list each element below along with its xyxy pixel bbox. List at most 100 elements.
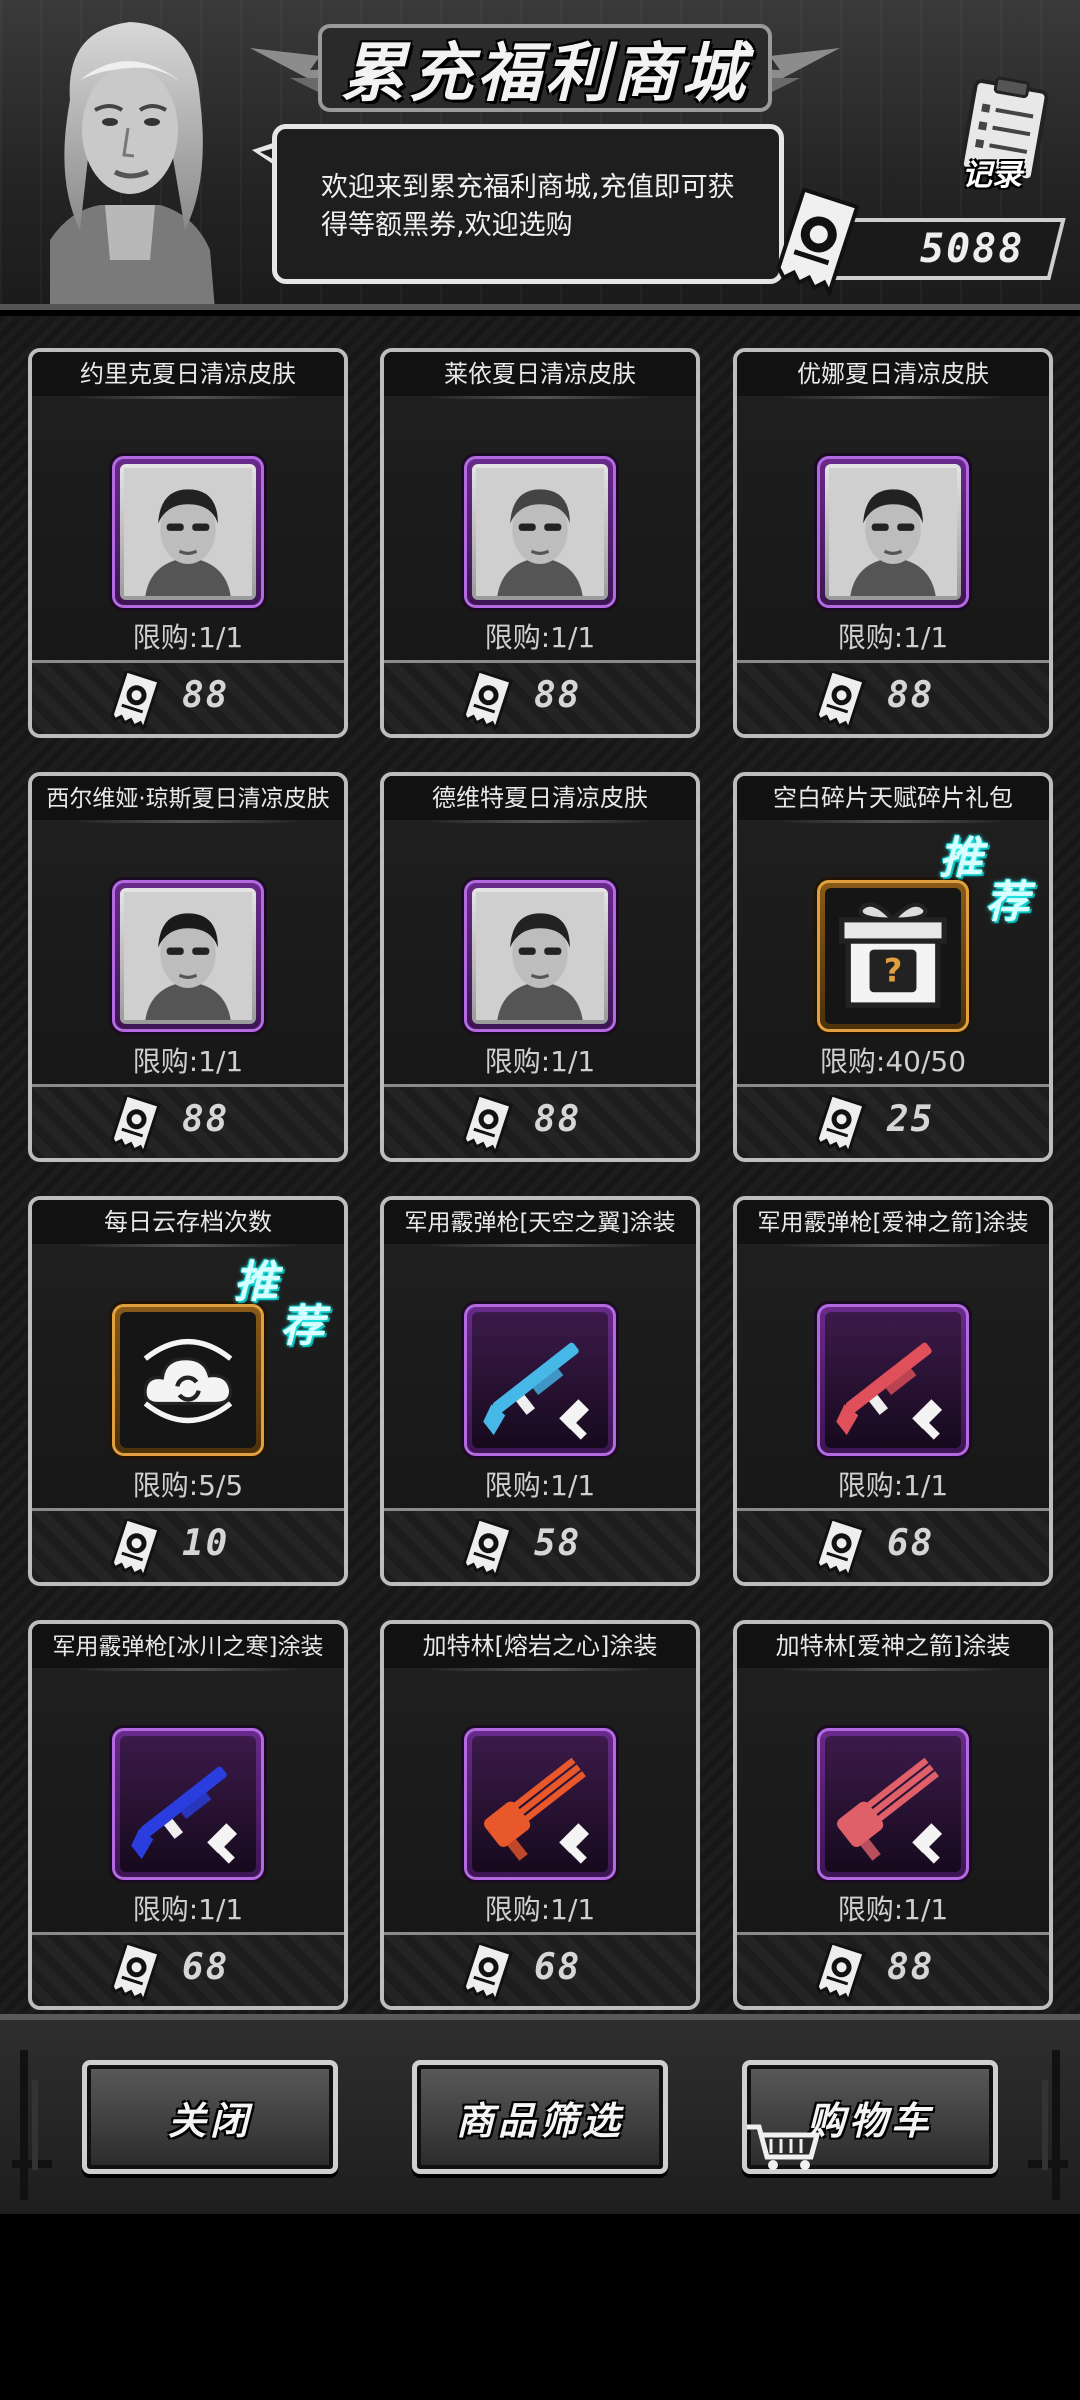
filter-button[interactable]: 商品筛选 xyxy=(412,2060,668,2174)
item-icon-frame[interactable] xyxy=(817,1304,969,1456)
cart-button[interactable]: 购物车 xyxy=(742,2060,998,2174)
item-title: 每日云存档次数 xyxy=(32,1200,344,1244)
welcome-speech-bubble: 欢迎来到累充福利商城,充值即可获得等额黑券,欢迎选购 xyxy=(272,124,784,284)
purchase-limit: 限购:1/1 xyxy=(837,1893,949,1926)
item-icon-frame[interactable] xyxy=(112,456,264,608)
price-bar[interactable]: 25 xyxy=(737,1084,1049,1158)
price-bar[interactable]: 68 xyxy=(32,1932,344,2006)
item-title: 军用霰弹枪[爱神之箭]涂装 xyxy=(737,1200,1049,1244)
purchase-limit: 限购:1/1 xyxy=(484,1893,596,1926)
purchase-limit: 限购:1/1 xyxy=(837,1469,949,1502)
title-divider xyxy=(424,1668,656,1671)
record-label[interactable]: 记录 xyxy=(962,150,1022,194)
left-rail-decoration xyxy=(12,2050,52,2200)
title-divider xyxy=(777,396,1009,399)
title-divider xyxy=(777,1244,1009,1247)
item-icon-frame[interactable] xyxy=(817,456,969,608)
shop-item-card[interactable]: 加特林[熔岩之心]涂装限购:1/1 68 xyxy=(380,1620,700,2010)
item-price: 88 xyxy=(887,1947,935,1988)
shop-item-card[interactable]: 加特林[爱神之箭]涂装限购:1/1 88 xyxy=(733,1620,1053,2010)
item-price: 88 xyxy=(534,675,582,716)
item-price: 88 xyxy=(182,1099,230,1140)
shotgun-skin-icon xyxy=(120,1736,256,1872)
recommended-badge: 推荐 xyxy=(939,822,1043,928)
price-bar[interactable]: 88 xyxy=(384,1084,696,1158)
item-icon-frame[interactable] xyxy=(464,456,616,608)
title-divider xyxy=(72,820,304,823)
character-portrait-icon xyxy=(825,464,961,600)
recommended-badge-char: 荐 xyxy=(280,1301,324,1352)
item-icon-frame[interactable] xyxy=(817,1728,969,1880)
price-bar[interactable]: 88 xyxy=(737,660,1049,734)
black-ticket-icon xyxy=(776,188,860,298)
price-bar[interactable]: 88 xyxy=(737,1932,1049,2006)
price-bar[interactable]: 88 xyxy=(32,1084,344,1158)
recommended-badge: 推荐 xyxy=(234,1246,338,1352)
item-title: 军用霰弹枪[天空之翼]涂装 xyxy=(384,1200,696,1244)
item-title: 优娜夏日清凉皮肤 xyxy=(737,352,1049,396)
shop-item-grid: 约里克夏日清凉皮肤 限购:1/1 88 莱依夏日清凉皮肤 限购:1/1 88 优娜夏日清凉皮… xyxy=(0,316,1080,2014)
shop-item-card[interactable]: 军用霰弹枪[天空之翼]涂装限购:1/1 58 xyxy=(380,1196,700,1586)
item-icon-frame[interactable] xyxy=(464,1304,616,1456)
price-bar[interactable]: 10 xyxy=(32,1508,344,1582)
right-rail-decoration xyxy=(1028,2050,1068,2200)
shop-item-card[interactable]: 约里克夏日清凉皮肤限购:1/1 88 xyxy=(28,348,348,738)
price-bar[interactable]: 58 xyxy=(384,1508,696,1582)
shop-title: 累充福利商城 xyxy=(341,37,749,111)
item-price: 88 xyxy=(182,675,230,716)
item-price: 68 xyxy=(534,1947,582,1988)
shop-item-card[interactable]: 空白碎片天赋碎片礼包? 推荐限购:40/50 25 xyxy=(733,772,1053,1162)
title-divider xyxy=(72,396,304,399)
title-divider xyxy=(424,1244,656,1247)
black-ticket-icon xyxy=(462,1943,513,2001)
title-divider xyxy=(424,820,656,823)
price-bar[interactable]: 68 xyxy=(384,1932,696,2006)
item-price: 68 xyxy=(887,1523,935,1564)
item-title: 加特林[熔岩之心]涂装 xyxy=(384,1624,696,1668)
price-bar[interactable]: 68 xyxy=(737,1508,1049,1582)
item-icon-frame[interactable] xyxy=(112,880,264,1032)
purchase-limit: 限购:1/1 xyxy=(132,1045,244,1078)
close-button[interactable]: 关闭 xyxy=(82,2060,338,2174)
character-portrait-icon xyxy=(120,888,256,1024)
item-title: 约里克夏日清凉皮肤 xyxy=(32,352,344,396)
close-button-label: 关闭 xyxy=(167,2098,252,2143)
recommended-badge-char: 推 xyxy=(939,833,983,884)
shop-item-card[interactable]: 优娜夏日清凉皮肤 限购:1/1 88 xyxy=(733,348,1053,738)
item-title: 加特林[爱神之箭]涂装 xyxy=(737,1624,1049,1668)
balance-value: 5088 xyxy=(919,226,1024,272)
item-price: 10 xyxy=(182,1523,230,1564)
shop-item-card[interactable]: 西尔维娅·琼斯夏日清凉皮肤 限购:1/1 88 xyxy=(28,772,348,1162)
shop-item-card[interactable]: 每日云存档次数推荐限购:5/5 10 xyxy=(28,1196,348,1586)
character-portrait-icon xyxy=(472,888,608,1024)
item-icon-frame[interactable] xyxy=(464,880,616,1032)
purchase-limit: 限购:1/1 xyxy=(484,1469,596,1502)
item-icon-frame[interactable] xyxy=(112,1728,264,1880)
title-divider xyxy=(777,1668,1009,1671)
gatling-skin-icon xyxy=(472,1736,608,1872)
black-ticket-icon xyxy=(110,1095,161,1153)
title-divider xyxy=(72,1668,304,1671)
purchase-limit: 限购:1/1 xyxy=(132,621,244,654)
shop-item-card[interactable]: 德维特夏日清凉皮肤 限购:1/1 88 xyxy=(380,772,700,1162)
shop-item-card[interactable]: 军用霰弹枪[冰川之寒]涂装限购:1/1 68 xyxy=(28,1620,348,2010)
purchase-limit: 限购:1/1 xyxy=(132,1893,244,1926)
cart-button-label: 购物车 xyxy=(806,2098,933,2143)
shop-item-card[interactable]: 军用霰弹枪[爱神之箭]涂装限购:1/1 68 xyxy=(733,1196,1053,1586)
bottom-action-bar: 关闭 商品筛选 购物车 xyxy=(0,2014,1080,2214)
item-icon-frame[interactable] xyxy=(464,1728,616,1880)
price-bar[interactable]: 88 xyxy=(384,660,696,734)
black-ticket-icon xyxy=(815,1519,866,1577)
black-ticket-icon xyxy=(110,1519,161,1577)
price-bar[interactable]: 88 xyxy=(32,660,344,734)
shop-item-card[interactable]: 莱依夏日清凉皮肤 限购:1/1 88 xyxy=(380,348,700,738)
shotgun-skin-icon xyxy=(825,1312,961,1448)
title-divider xyxy=(424,396,656,399)
shop-title-banner: 累充福利商城 xyxy=(250,18,840,118)
black-ticket-icon xyxy=(110,671,161,729)
item-price: 58 xyxy=(534,1523,582,1564)
item-title: 军用霰弹枪[冰川之寒]涂装 xyxy=(32,1624,344,1668)
item-price: 88 xyxy=(534,1099,582,1140)
black-ticket-icon xyxy=(462,1519,513,1577)
item-title: 空白碎片天赋碎片礼包 xyxy=(737,776,1049,820)
